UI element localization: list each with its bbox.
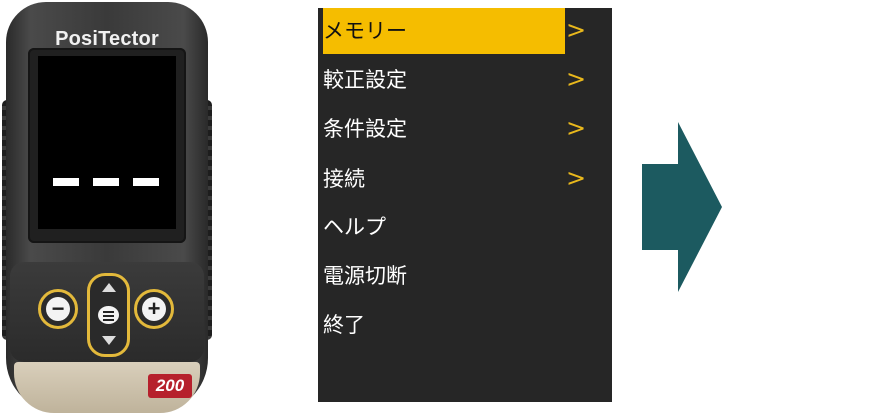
menu-item-label: 接続	[323, 167, 365, 191]
minus-button[interactable]: −	[38, 289, 78, 329]
reading-dash	[93, 178, 119, 186]
reading-dash	[53, 178, 79, 186]
device-screen	[38, 56, 176, 229]
menu-item-label: メモリー	[323, 8, 565, 54]
right-arrow-icon	[642, 122, 722, 292]
menu-lines-icon	[98, 306, 119, 324]
menu-item-power-off[interactable]: 電源切断	[318, 253, 612, 299]
menu-item-memory[interactable]: メモリー >	[318, 8, 612, 54]
menu-item-label: 終了	[323, 313, 365, 337]
menu-item-calibration[interactable]: 較正設定 >	[318, 57, 612, 103]
submenu-arrow-icon: >	[566, 65, 587, 93]
submenu-arrow-icon: >	[566, 114, 587, 142]
plus-button[interactable]: +	[134, 289, 174, 329]
positector-device: PosiTector − + 200	[0, 0, 214, 415]
down-triangle-icon[interactable]	[102, 336, 116, 345]
reading-dash	[133, 178, 159, 186]
menu-item-setup[interactable]: 条件設定 >	[318, 106, 612, 152]
menu-item-connect[interactable]: 接続 >	[318, 156, 612, 202]
menu-item-help[interactable]: ヘルプ	[318, 204, 612, 250]
menu-item-exit[interactable]: 終了	[318, 302, 612, 348]
model-badge: 200	[148, 374, 192, 398]
plus-icon: +	[142, 297, 166, 321]
up-triangle-icon[interactable]	[102, 283, 116, 292]
center-menu-button[interactable]	[87, 273, 130, 357]
minus-icon: −	[46, 297, 70, 321]
submenu-arrow-icon: >	[566, 16, 587, 44]
submenu-arrow-icon: >	[566, 164, 587, 192]
menu-item-label: 電源切断	[323, 264, 407, 288]
menu-item-label: ヘルプ	[323, 215, 386, 239]
menu-panel: メモリー > 較正設定 > 条件設定 > 接続 > ヘルプ 電源切断 終了	[318, 8, 612, 402]
menu-item-label: 較正設定	[323, 68, 407, 92]
menu-item-label: 条件設定	[323, 117, 407, 141]
